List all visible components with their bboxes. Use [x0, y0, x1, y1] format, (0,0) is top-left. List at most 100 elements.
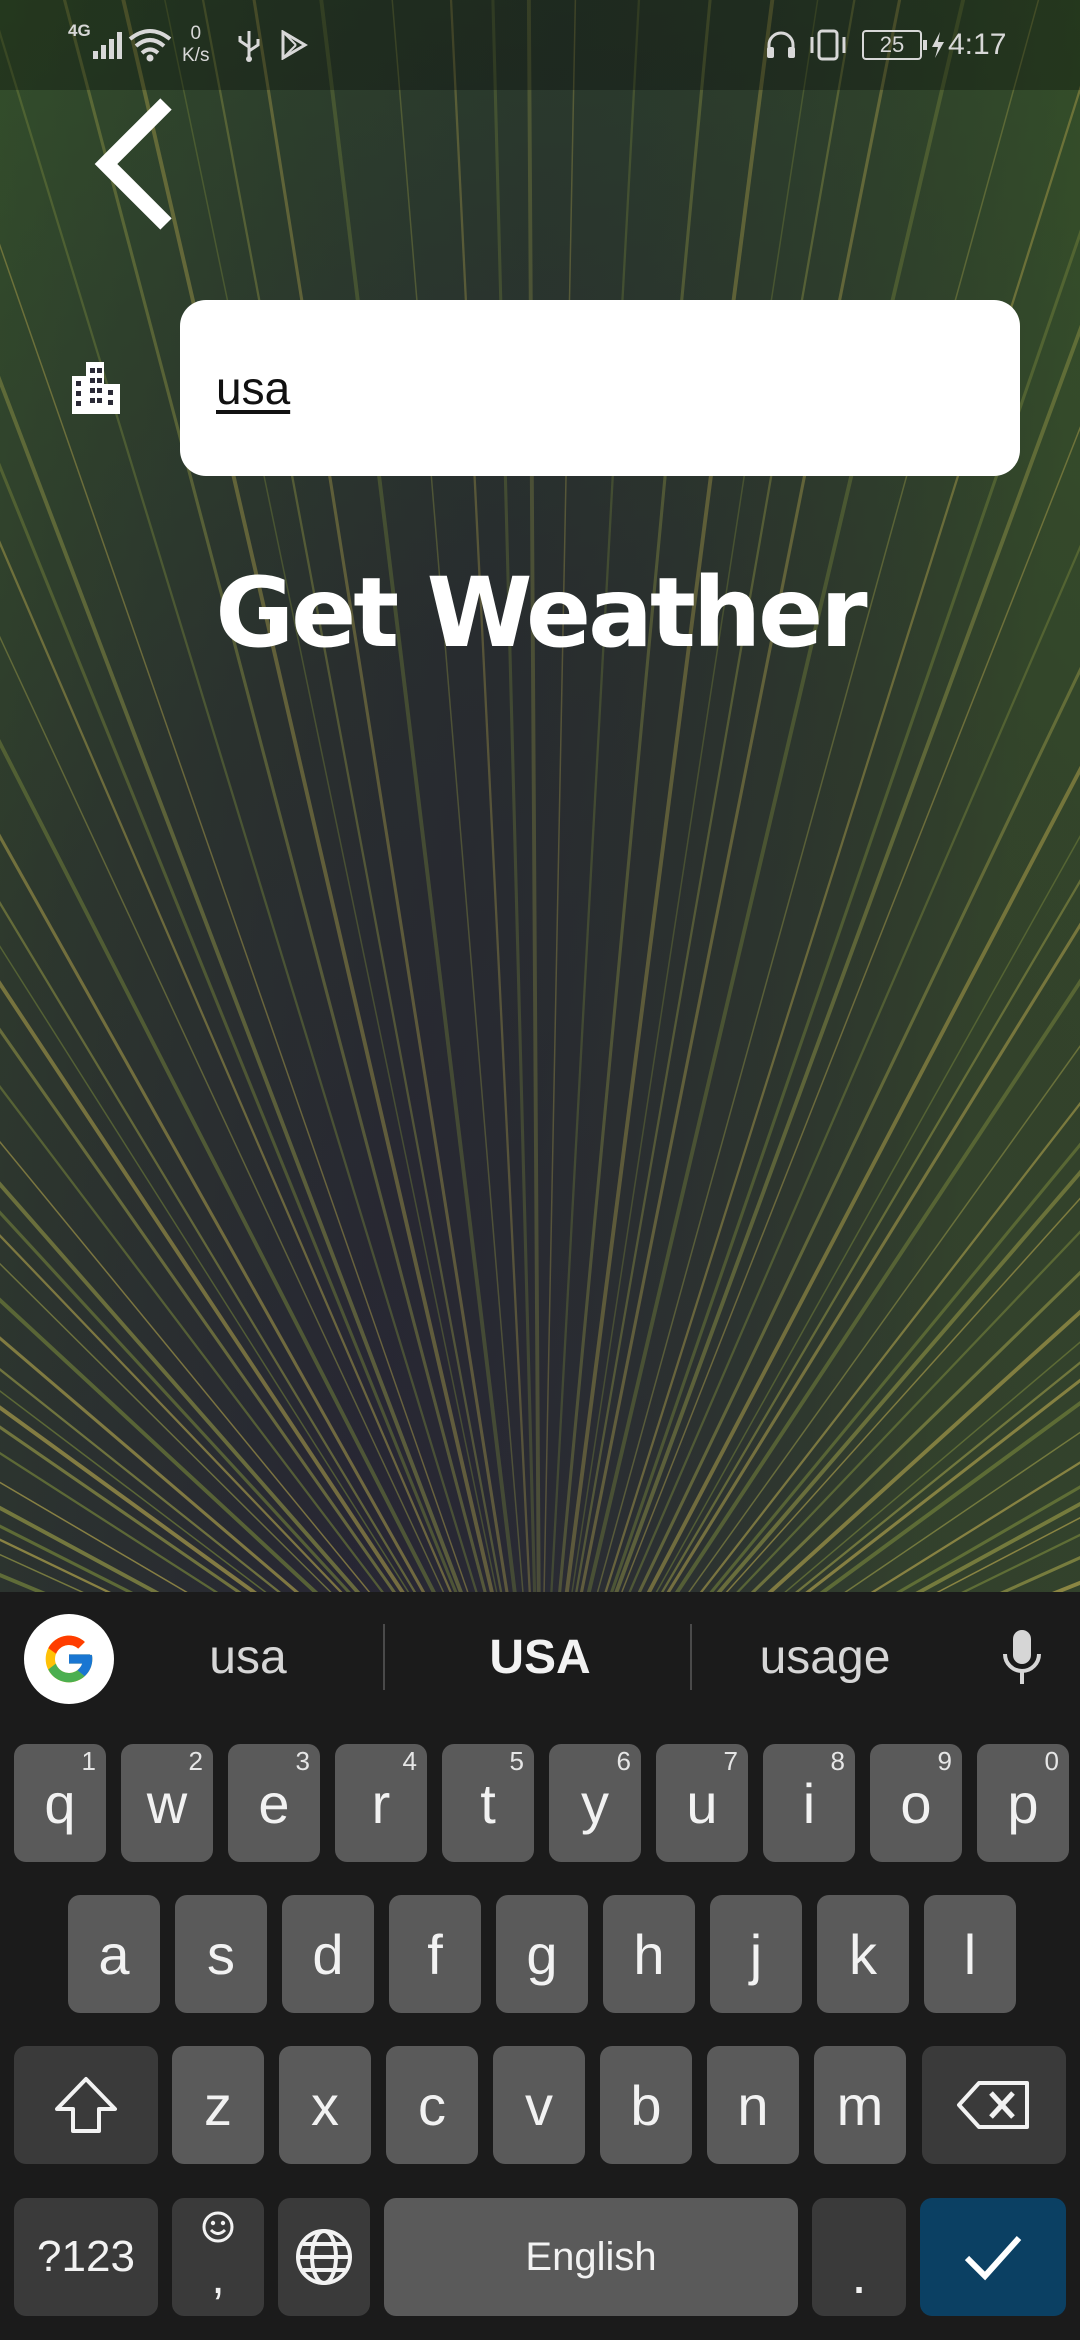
key-y[interactable]: y6 [549, 1744, 641, 1862]
get-weather-button[interactable]: Get Weather [190, 548, 890, 678]
city-icon [64, 356, 126, 418]
period-label: . [851, 2241, 867, 2305]
wifi-icon [128, 0, 172, 90]
key-t[interactable]: t5 [442, 1744, 534, 1862]
key-u-label: u [686, 1771, 718, 1835]
suggestion-3[interactable]: usage [720, 1592, 930, 1722]
key-e-hint: 3 [295, 1746, 310, 1776]
key-z[interactable]: z [172, 2046, 264, 2164]
key-y-hint: 6 [616, 1746, 631, 1776]
shift-arrow-icon [55, 2077, 117, 2133]
enter-key[interactable] [920, 2198, 1066, 2316]
key-l-label: l [963, 1922, 977, 1986]
key-s[interactable]: s [175, 1895, 267, 2013]
suggestion-divider [383, 1624, 385, 1690]
key-g-label: g [526, 1922, 558, 1986]
key-r[interactable]: r4 [335, 1744, 427, 1862]
key-m-label: m [836, 2073, 884, 2137]
headset-icon [764, 0, 798, 90]
key-s-label: s [207, 1922, 235, 1986]
key-v[interactable]: v [493, 2046, 585, 2164]
charging-icon [932, 32, 944, 58]
cellular-signal-icon: 4G [68, 0, 127, 90]
key-c[interactable]: c [386, 2046, 478, 2164]
shift-key[interactable] [14, 2046, 158, 2164]
key-o-label: o [900, 1771, 932, 1835]
back-button[interactable] [78, 92, 188, 242]
key-k-label: k [849, 1922, 877, 1986]
symbols-key[interactable]: ?123 [14, 2198, 158, 2316]
key-l[interactable]: l [924, 1895, 1016, 2013]
battery-icon: 25 [862, 0, 946, 90]
microphone-icon[interactable] [990, 1624, 1054, 1694]
network-speed: 0 K/s [182, 23, 210, 66]
key-k[interactable]: k [817, 1895, 909, 2013]
backspace-key[interactable] [922, 2046, 1066, 2164]
vibrate-icon [806, 0, 850, 90]
key-y-label: y [581, 1771, 609, 1835]
key-n[interactable]: n [707, 2046, 799, 2164]
clock: 4:17 [948, 28, 1007, 61]
key-x[interactable]: x [279, 2046, 371, 2164]
suggestion-1[interactable]: usa [150, 1592, 346, 1722]
space-key[interactable]: English [384, 2198, 798, 2316]
key-o[interactable]: o9 [870, 1744, 962, 1862]
key-p-hint: 0 [1044, 1746, 1059, 1776]
period-key[interactable]: . [812, 2198, 906, 2316]
get-weather-label: Get Weather [215, 557, 867, 669]
key-w-hint: 2 [188, 1746, 203, 1776]
globe-icon [296, 2229, 352, 2285]
key-t-label: t [480, 1771, 496, 1835]
back-arrow-icon [94, 98, 172, 230]
key-w[interactable]: w2 [121, 1744, 213, 1862]
key-b[interactable]: b [600, 2046, 692, 2164]
key-r-hint: 4 [402, 1746, 417, 1776]
city-input[interactable] [216, 361, 984, 415]
usb-icon [236, 0, 262, 90]
key-q-label: q [44, 1771, 76, 1835]
key-j-label: j [749, 1922, 763, 1986]
suggestion-bar: usa USA usage [0, 1592, 1080, 1722]
google-logo-icon[interactable] [24, 1614, 114, 1704]
key-h[interactable]: h [603, 1895, 695, 2013]
key-f-label: f [427, 1922, 443, 1986]
key-p-label: p [1007, 1771, 1039, 1835]
suggestion-2[interactable]: USA [420, 1592, 660, 1722]
status-bar: 4G 0 K/s 25 4:17 [0, 0, 1080, 90]
key-z-label: z [204, 2073, 232, 2137]
key-d[interactable]: d [282, 1895, 374, 2013]
key-q-hint: 1 [81, 1746, 96, 1776]
key-o-hint: 9 [937, 1746, 952, 1776]
key-x-label: x [311, 2073, 339, 2137]
key-p[interactable]: p0 [977, 1744, 1069, 1862]
key-n-label: n [737, 2073, 769, 2137]
key-m[interactable]: m [814, 2046, 906, 2164]
key-j[interactable]: j [710, 1895, 802, 2013]
city-input-container[interactable] [180, 300, 1020, 476]
soft-keyboard: usa USA usage ?123 , English . q 1 w 2 e… [0, 1592, 1080, 2340]
checkmark-icon [964, 2235, 1022, 2281]
language-key[interactable] [278, 2198, 370, 2316]
key-a[interactable]: a [68, 1895, 160, 2013]
key-i-label: i [802, 1771, 816, 1835]
key-g[interactable]: g [496, 1895, 588, 2013]
emoji-comma-key[interactable]: , [172, 2198, 264, 2316]
backspace-icon [957, 2081, 1029, 2129]
suggestion-divider [690, 1624, 692, 1690]
key-r-label: r [371, 1771, 391, 1835]
key-a-label: a [98, 1922, 130, 1986]
key-b-label: b [630, 2073, 662, 2137]
key-e[interactable]: e3 [228, 1744, 320, 1862]
symbols-key-label: ?123 [37, 2232, 135, 2281]
key-w-label: w [146, 1771, 188, 1835]
play-store-icon [280, 0, 308, 90]
key-u-hint: 7 [723, 1746, 738, 1776]
key-u[interactable]: u7 [656, 1744, 748, 1862]
key-i[interactable]: i8 [763, 1744, 855, 1862]
key-i-hint: 8 [830, 1746, 845, 1776]
key-q[interactable]: q1 [14, 1744, 106, 1862]
key-f[interactable]: f [389, 1895, 481, 2013]
emoji-icon [202, 2211, 234, 2243]
comma-label: , [211, 2251, 225, 2304]
key-d-label: d [312, 1922, 344, 1986]
